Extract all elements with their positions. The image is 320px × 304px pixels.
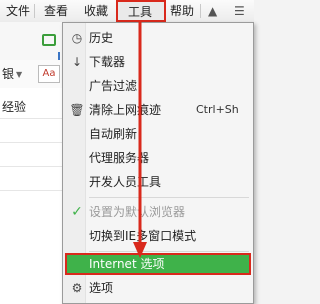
annotation-arrow xyxy=(133,20,147,258)
